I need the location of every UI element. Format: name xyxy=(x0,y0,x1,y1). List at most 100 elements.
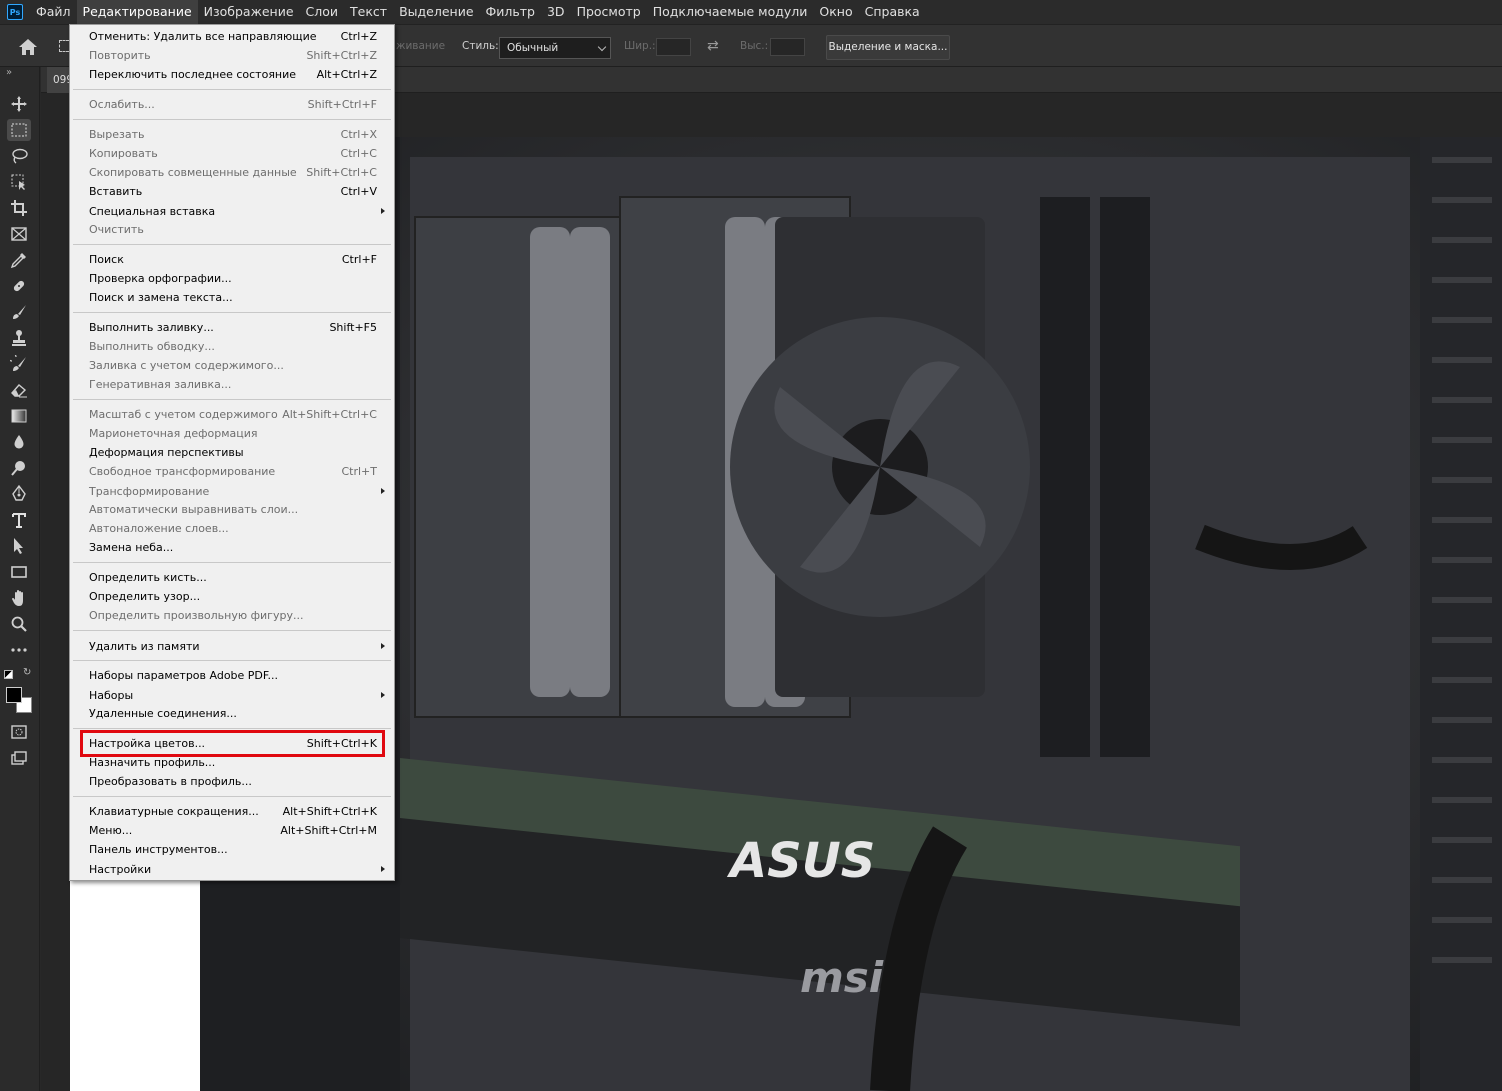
healing-brush-tool-icon[interactable] xyxy=(7,275,31,297)
menu-item-toggle-last-state[interactable]: Переключить последнее состояние Alt+Ctrl+… xyxy=(70,65,394,84)
menu-file[interactable]: Файл xyxy=(30,0,77,24)
eraser-tool-icon[interactable] xyxy=(7,379,31,401)
select-and-mask-button[interactable]: Выделение и маска... xyxy=(826,35,950,60)
menu-bar: Ps Файл Редактирование Изображение Слои … xyxy=(0,0,1502,24)
quick-mask-icon[interactable] xyxy=(7,721,31,743)
menu-image[interactable]: Изображение xyxy=(198,0,300,24)
menu-help[interactable]: Справка xyxy=(859,0,926,24)
menu-type[interactable]: Текст xyxy=(344,0,393,24)
menu-item-transform[interactable]: Трансформирование xyxy=(70,482,394,501)
menu-item-define-pattern[interactable]: Определить узор... xyxy=(70,587,394,606)
menu-item-paste-special[interactable]: Специальная вставка xyxy=(70,202,394,221)
menu-separator xyxy=(73,796,391,797)
menu-item-auto-blend-layers[interactable]: Автоналожение слоев... xyxy=(70,519,394,538)
collapse-toolbar-icon[interactable]: » xyxy=(6,67,12,78)
menu-item-auto-align-layers[interactable]: Автоматически выравнивать слои... xyxy=(70,500,394,519)
submenu-arrow-icon xyxy=(381,208,385,214)
zoom-tool-icon[interactable] xyxy=(7,613,31,635)
menu-item-redo[interactable]: Повторить Shift+Ctrl+Z xyxy=(70,46,394,65)
menu-separator xyxy=(73,89,391,90)
style-select[interactable]: Обычный xyxy=(499,37,611,59)
menu-item-content-aware-scale[interactable]: Масштаб с учетом содержимого Alt+Shift+Ct… xyxy=(70,405,394,424)
photoshop-logo-icon[interactable]: Ps xyxy=(7,4,23,20)
menu-3d[interactable]: 3D xyxy=(541,0,571,24)
submenu-arrow-icon xyxy=(381,643,385,649)
menu-item-clear[interactable]: Очистить xyxy=(70,220,394,239)
type-tool-icon[interactable] xyxy=(7,509,31,531)
object-selection-tool-icon[interactable] xyxy=(7,171,31,193)
menu-select[interactable]: Выделение xyxy=(393,0,479,24)
menu-item-generative-fill[interactable]: Генеративная заливка... xyxy=(70,375,394,394)
width-label: Шир.: xyxy=(624,40,656,52)
menu-filter[interactable]: Фильтр xyxy=(480,0,541,24)
menu-item-sky-replacement[interactable]: Замена неба... xyxy=(70,538,394,557)
more-tools-icon[interactable] xyxy=(7,639,31,661)
menu-item-puppet-warp[interactable]: Марионеточная деформация xyxy=(70,424,394,443)
menu-edit[interactable]: Редактирование xyxy=(76,0,198,24)
menu-item-cut[interactable]: Вырезать Ctrl+X xyxy=(70,125,394,144)
menu-item-fill[interactable]: Выполнить заливку... Shift+F5 xyxy=(70,318,394,337)
default-colors-icon[interactable] xyxy=(4,670,13,679)
menu-item-paste[interactable]: Вставить Ctrl+V xyxy=(70,182,394,201)
submenu-arrow-icon xyxy=(381,866,385,872)
menu-item-copy-merged[interactable]: Скопировать совмещенные данные Shift+Ctrl… xyxy=(70,163,394,182)
menu-item-convert-to-profile[interactable]: Преобразовать в профиль... xyxy=(70,772,394,791)
menu-separator xyxy=(73,660,391,661)
height-field[interactable] xyxy=(770,38,805,56)
submenu-arrow-icon xyxy=(381,692,385,698)
menu-layers[interactable]: Слои xyxy=(300,0,345,24)
menu-item-toolbar[interactable]: Панель инструментов... xyxy=(70,840,394,859)
marquee-preset-icon[interactable] xyxy=(59,40,69,52)
history-brush-tool-icon[interactable] xyxy=(7,353,31,375)
rectangular-marquee-tool-icon[interactable] xyxy=(7,119,31,141)
menu-item-preferences[interactable]: Настройки xyxy=(70,860,394,879)
menu-item-search[interactable]: Поиск Ctrl+F xyxy=(70,250,394,269)
menu-separator xyxy=(73,399,391,400)
menu-item-remote-connections[interactable]: Удаленные соединения... xyxy=(70,704,394,723)
clone-stamp-tool-icon[interactable] xyxy=(7,327,31,349)
frame-tool-icon[interactable] xyxy=(7,223,31,245)
blur-tool-icon[interactable] xyxy=(7,431,31,453)
dodge-tool-icon[interactable] xyxy=(7,457,31,479)
menu-item-presets[interactable]: Наборы xyxy=(70,686,394,705)
crop-tool-icon[interactable] xyxy=(7,197,31,219)
gradient-tool-icon[interactable] xyxy=(7,405,31,427)
menu-plugins[interactable]: Подключаемые модули xyxy=(647,0,814,24)
menu-item-stroke[interactable]: Выполнить обводку... xyxy=(70,337,394,356)
hand-tool-icon[interactable] xyxy=(7,587,31,609)
menu-view[interactable]: Просмотр xyxy=(571,0,647,24)
swap-width-height-icon[interactable]: ⇄ xyxy=(707,38,723,54)
menu-item-keyboard-shortcuts[interactable]: Клавиатурные сокращения... Alt+Shift+Ctrl… xyxy=(70,802,394,821)
menu-item-find-replace-text[interactable]: Поиск и замена текста... xyxy=(70,288,394,307)
menu-item-check-spelling[interactable]: Проверка орфографии... xyxy=(70,269,394,288)
menu-item-menus[interactable]: Меню... Alt+Shift+Ctrl+M xyxy=(70,821,394,840)
menu-item-free-transform[interactable]: Свободное трансформирование Ctrl+T xyxy=(70,462,394,481)
menu-item-copy[interactable]: Копировать Ctrl+C xyxy=(70,144,394,163)
lasso-tool-icon[interactable] xyxy=(7,145,31,167)
move-tool-icon[interactable] xyxy=(7,93,31,115)
home-icon[interactable] xyxy=(18,38,38,56)
menu-item-adobe-pdf-presets[interactable]: Наборы параметров Adobe PDF... xyxy=(70,666,394,685)
msi-logo-text: msi xyxy=(800,953,884,1002)
menu-item-assign-profile[interactable]: Назначить профиль... xyxy=(70,753,394,772)
menu-item-perspective-warp[interactable]: Деформация перспективы xyxy=(70,443,394,462)
asus-logo-text: ASUS xyxy=(726,833,875,889)
rectangle-tool-icon[interactable] xyxy=(7,561,31,583)
menu-separator xyxy=(73,119,391,120)
menu-item-undo[interactable]: Отменить: Удалить все направляющие Ctrl+Z xyxy=(70,27,394,46)
eyedropper-tool-icon[interactable] xyxy=(7,249,31,271)
width-field[interactable] xyxy=(656,38,691,56)
pen-tool-icon[interactable] xyxy=(7,483,31,505)
canvas-photo[interactable]: ASUS msi xyxy=(200,137,1502,1091)
screen-mode-icon[interactable] xyxy=(7,747,31,769)
path-selection-tool-icon[interactable] xyxy=(7,535,31,557)
swap-colors-icon[interactable]: ↻ xyxy=(23,667,31,678)
menu-item-fade[interactable]: Ослабить... Shift+Ctrl+F xyxy=(70,95,394,114)
menu-item-define-brush[interactable]: Определить кисть... xyxy=(70,568,394,587)
brush-tool-icon[interactable] xyxy=(7,301,31,323)
menu-item-define-custom-shape[interactable]: Определить произвольную фигуру... xyxy=(70,606,394,625)
foreground-color-swatch[interactable] xyxy=(6,687,22,703)
menu-window[interactable]: Окно xyxy=(813,0,858,24)
menu-item-purge[interactable]: Удалить из памяти xyxy=(70,637,394,656)
menu-item-content-aware-fill[interactable]: Заливка с учетом содержимого... xyxy=(70,356,394,375)
